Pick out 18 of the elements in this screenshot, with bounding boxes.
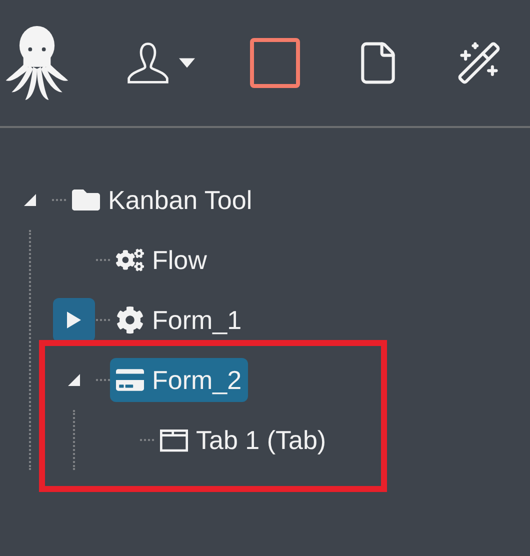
caret-icon <box>179 58 195 68</box>
expanded-toggle-icon[interactable] <box>68 374 80 386</box>
tree-item[interactable]: Kanban Tool <box>66 178 258 222</box>
card-icon <box>116 366 144 394</box>
tree-item[interactable]: Flow <box>110 238 213 282</box>
tree-item[interactable]: Form_2 <box>110 358 248 402</box>
expand-button[interactable] <box>53 298 95 342</box>
triangle-icon <box>67 311 81 329</box>
gears-icon <box>116 246 144 274</box>
tree-item[interactable]: Tab 1 (Tab) <box>154 418 332 462</box>
magic-wand-button[interactable] <box>456 40 502 86</box>
stop-button[interactable] <box>250 38 300 88</box>
user-menu-button[interactable] <box>125 40 195 86</box>
octopus-logo[interactable] <box>4 24 70 102</box>
gear-icon <box>116 306 144 334</box>
tree-item[interactable]: Form_1 <box>110 298 248 342</box>
user-icon <box>125 40 171 86</box>
expanded-toggle-icon[interactable] <box>24 194 36 206</box>
